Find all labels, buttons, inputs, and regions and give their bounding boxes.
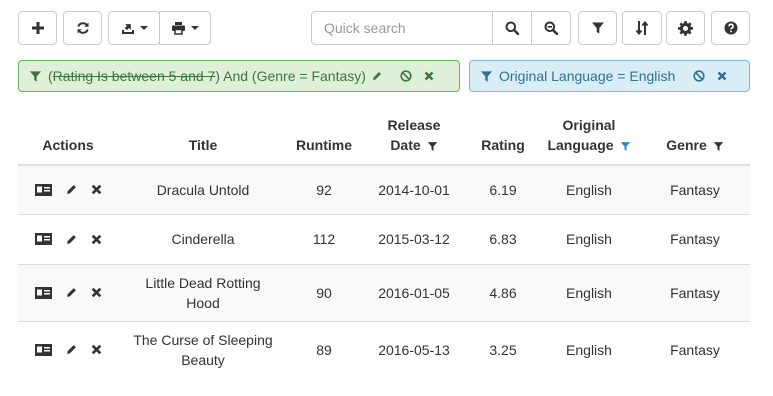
- table-row: Cinderella 112 2015-03-12 6.83 English F…: [18, 213, 750, 264]
- delete-icon[interactable]: [91, 184, 102, 195]
- refresh-icon: [76, 22, 89, 34]
- id-card-icon[interactable]: [34, 343, 52, 356]
- filter-active-icon[interactable]: [620, 141, 631, 152]
- close-icon[interactable]: [424, 71, 434, 81]
- id-card-icon[interactable]: [34, 286, 52, 299]
- search-button[interactable]: [493, 11, 532, 45]
- movies-table: Actions Title Runtime Release Date Ratin…: [18, 110, 750, 378]
- language-filter-pill: Original Language = English: [469, 60, 750, 92]
- column-header-runtime[interactable]: Runtime: [288, 110, 360, 166]
- cell-genre: Fantasy: [640, 320, 750, 378]
- filter-rest: ) And (Genre = Fantasy): [215, 68, 366, 84]
- refresh-button[interactable]: [63, 11, 102, 45]
- id-card-icon[interactable]: [34, 183, 52, 196]
- cell-runtime: 92: [288, 165, 360, 214]
- cell-language: English: [538, 165, 640, 214]
- print-dropdown-button[interactable]: [159, 11, 211, 45]
- cell-title: Dracula Untold: [118, 165, 288, 214]
- zoom-out-icon: [544, 21, 558, 35]
- sort-icon: [635, 20, 649, 36]
- cell-rating: 6.83: [468, 213, 538, 264]
- filter-expression[interactable]: (Rating Is between 5 and 7) And (Genre =…: [48, 68, 366, 84]
- delete-icon[interactable]: [91, 234, 102, 245]
- column-header-original-language[interactable]: Original Language: [538, 110, 640, 166]
- plus-icon: [31, 22, 44, 34]
- delete-icon[interactable]: [91, 287, 102, 298]
- cell-release-date: 2016-01-05: [360, 263, 468, 321]
- print-icon: [172, 22, 185, 35]
- row-actions: [18, 320, 118, 378]
- quick-search-input[interactable]: [311, 11, 493, 45]
- add-button[interactable]: [18, 11, 57, 45]
- pencil-icon[interactable]: [372, 71, 382, 81]
- id-card-icon[interactable]: [34, 233, 52, 245]
- export-icon: [121, 24, 134, 34]
- disable-icon[interactable]: [693, 70, 705, 82]
- cell-rating: 6.19: [468, 165, 538, 214]
- filter-icon: [591, 22, 604, 34]
- cell-genre: Fantasy: [640, 263, 750, 321]
- clear-search-button[interactable]: [532, 11, 571, 45]
- table-row: Dracula Untold 92 2014-10-01 6.19 Englis…: [18, 165, 750, 214]
- column-header-title[interactable]: Title: [118, 110, 288, 166]
- filter-button[interactable]: [578, 11, 617, 45]
- column-header-release-date[interactable]: Release Date: [360, 110, 468, 166]
- cell-release-date: 2014-10-01: [360, 165, 468, 214]
- delete-icon[interactable]: [91, 344, 102, 355]
- cell-title: The Curse of Sleeping Beauty: [118, 320, 288, 378]
- row-actions: [18, 213, 118, 264]
- cell-rating: 4.86: [468, 263, 538, 321]
- export-dropdown-button[interactable]: [108, 11, 160, 45]
- pencil-icon[interactable]: [66, 234, 77, 245]
- disable-icon[interactable]: [400, 70, 412, 82]
- filter-icon: [29, 70, 42, 83]
- quick-search-group: [311, 11, 571, 45]
- column-header-actions: Actions: [18, 110, 118, 166]
- cell-genre: Fantasy: [640, 165, 750, 214]
- filter-icon[interactable]: [713, 141, 724, 152]
- cell-genre: Fantasy: [640, 213, 750, 264]
- filter-icon: [480, 70, 493, 83]
- sort-button[interactable]: [622, 11, 662, 45]
- close-icon[interactable]: [717, 71, 727, 81]
- cell-runtime: 89: [288, 320, 360, 378]
- disabled-filter-condition: Rating Is between 5 and 7: [52, 68, 216, 84]
- pencil-icon[interactable]: [66, 344, 77, 355]
- cell-language: English: [538, 263, 640, 321]
- cell-language: English: [538, 213, 640, 264]
- gear-icon: [678, 20, 693, 36]
- question-circle-icon: [724, 21, 737, 35]
- table-row: Little Dead Rotting Hood 90 2016-01-05 4.…: [18, 263, 750, 321]
- cell-title: Little Dead Rotting Hood: [118, 263, 288, 321]
- search-icon: [505, 21, 519, 35]
- column-header-genre[interactable]: Genre: [640, 110, 750, 166]
- cell-rating: 3.25: [468, 320, 538, 378]
- pencil-icon[interactable]: [66, 287, 77, 298]
- column-header-rating[interactable]: Rating: [468, 110, 538, 166]
- cell-runtime: 112: [288, 213, 360, 264]
- filter-label[interactable]: Original Language = English: [499, 68, 675, 84]
- cell-release-date: 2015-03-12: [360, 213, 468, 264]
- cell-title: Cinderella: [118, 213, 288, 264]
- row-actions: [18, 165, 118, 214]
- table-row: The Curse of Sleeping Beauty 89 2016-05-1…: [18, 320, 750, 378]
- row-actions: [18, 263, 118, 321]
- filter-icon[interactable]: [427, 141, 438, 152]
- chevron-down-icon: [191, 26, 199, 30]
- help-button[interactable]: [711, 11, 750, 45]
- chevron-down-icon: [139, 26, 148, 30]
- cell-language: English: [538, 320, 640, 378]
- active-filter-group: (Rating Is between 5 and 7) And (Genre =…: [18, 60, 460, 92]
- settings-button[interactable]: [666, 11, 705, 45]
- pencil-icon[interactable]: [66, 184, 77, 195]
- cell-runtime: 90: [288, 263, 360, 321]
- cell-release-date: 2016-05-13: [360, 320, 468, 378]
